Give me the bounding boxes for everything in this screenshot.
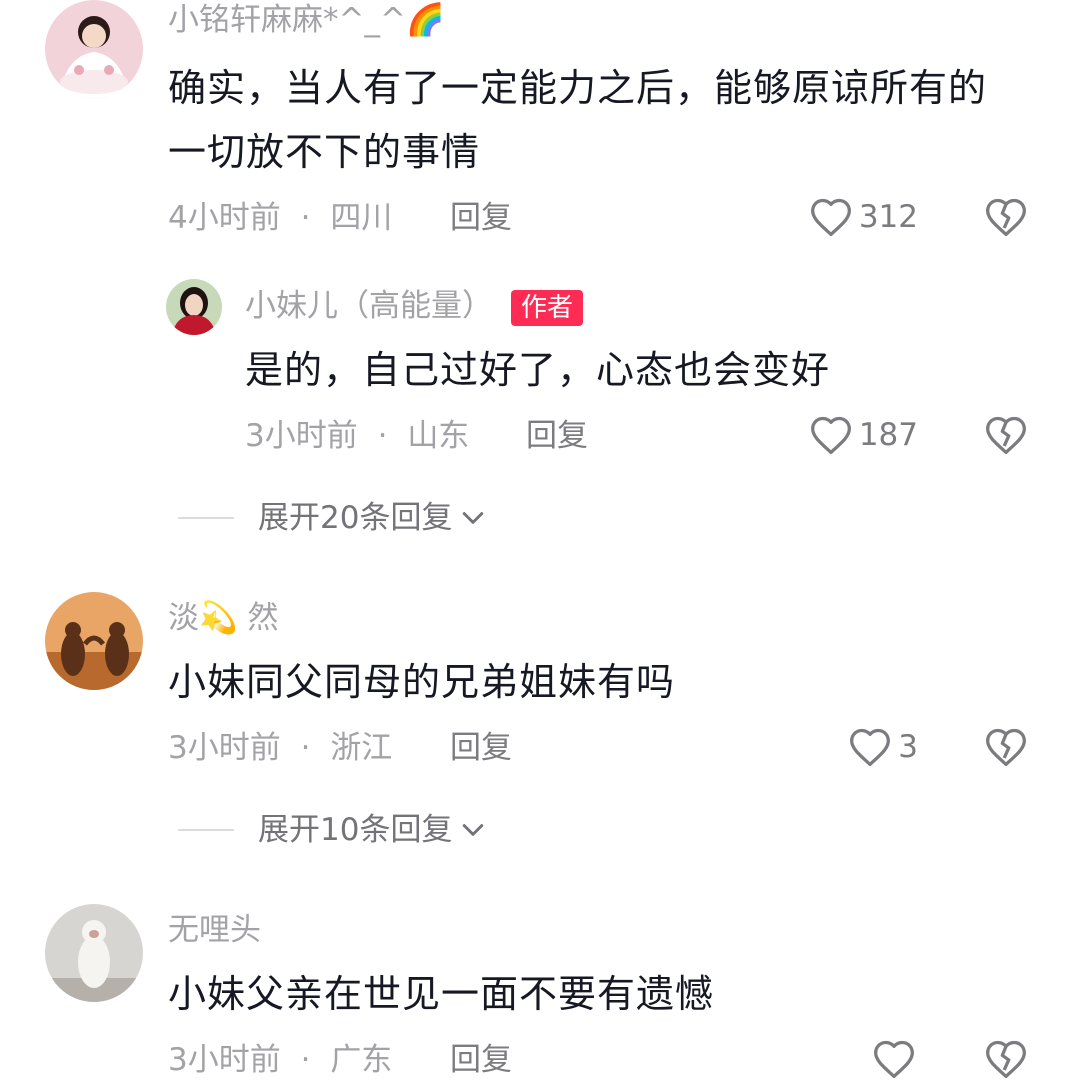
avatar[interactable] [166,279,222,335]
like-count: 187 [858,417,918,453]
comment-time: 4小时前 [168,200,281,236]
dislike-button[interactable] [984,196,1028,238]
expand-replies-label: 展开10条回复 [258,812,453,848]
comment-text: 小妹父亲在世见一面不要有遗憾 [168,972,715,1016]
expand-divider [178,829,234,831]
comment-location: 广东 [330,1042,393,1078]
reply-button[interactable]: 回复 [450,1040,512,1080]
comment-username[interactable]: 无哩头 [168,910,261,950]
comment-time: 3小时前 [168,730,281,766]
broken-heart-icon [984,726,1028,768]
broken-heart-icon [984,414,1028,456]
comment-text: 小妹同父同母的兄弟姐妹有吗 [168,660,676,704]
dislike-button[interactable] [984,414,1028,456]
reply-button[interactable]: 回复 [450,198,512,238]
comment-text: 一切放不下的事情 [168,130,481,174]
reply-username: 小妹儿（高能量） 作者 [245,286,584,326]
broken-heart-icon [984,1038,1028,1080]
like-button[interactable]: 187 [809,414,918,456]
like-button[interactable] [872,1038,916,1080]
comment-username[interactable]: 小铭轩麻麻*^_^🌈 [168,0,445,40]
comment-meta: 3小时前 · 浙江 [168,728,392,768]
heart-outline-icon [872,1038,916,1080]
comment-text: 确实，当人有了一定能力之后，能够原谅所有的 [168,66,988,110]
meta-separator: · [300,730,311,766]
author-badge: 作者 [511,289,584,326]
expand-divider [178,517,234,519]
expand-replies-label: 展开20条回复 [258,500,453,536]
reply-username-text[interactable]: 小妹儿（高能量） [245,288,493,324]
avatar[interactable] [45,592,143,690]
like-count: 3 [898,729,918,765]
reply-button[interactable]: 回复 [526,416,588,456]
comment-location: 四川 [330,200,393,236]
reply-meta: 3小时前 · 山东 [245,416,469,456]
comment-meta: 4小时前 · 四川 [168,198,392,238]
comment-username[interactable]: 淡💫 然 [168,598,278,638]
avatar[interactable] [45,904,143,1002]
expand-replies-button[interactable]: 展开10条回复 [178,810,488,850]
reply-button[interactable]: 回复 [450,728,512,768]
comment-meta: 3小时前 · 广东 [168,1040,392,1080]
like-button[interactable]: 3 [848,726,918,768]
heart-outline-icon [848,726,892,768]
reply-text: 是的，自己过好了，心态也会变好 [245,348,831,392]
reply-location: 山东 [407,418,470,454]
dislike-button[interactable] [984,726,1028,768]
meta-separator: · [300,1042,311,1078]
like-count: 312 [858,199,918,235]
avatar[interactable] [45,0,143,98]
meta-separator: · [377,418,388,454]
broken-heart-icon [984,196,1028,238]
chevron-down-icon [458,815,488,845]
meta-separator: · [300,200,311,236]
like-button[interactable]: 312 [809,196,918,238]
comment-location: 浙江 [330,730,393,766]
chevron-down-icon [458,503,488,533]
expand-replies-button[interactable]: 展开20条回复 [178,498,488,538]
heart-outline-icon [809,414,853,456]
dislike-button[interactable] [984,1038,1028,1080]
heart-outline-icon [809,196,853,238]
reply-time: 3小时前 [245,418,358,454]
comment-time: 3小时前 [168,1042,281,1078]
